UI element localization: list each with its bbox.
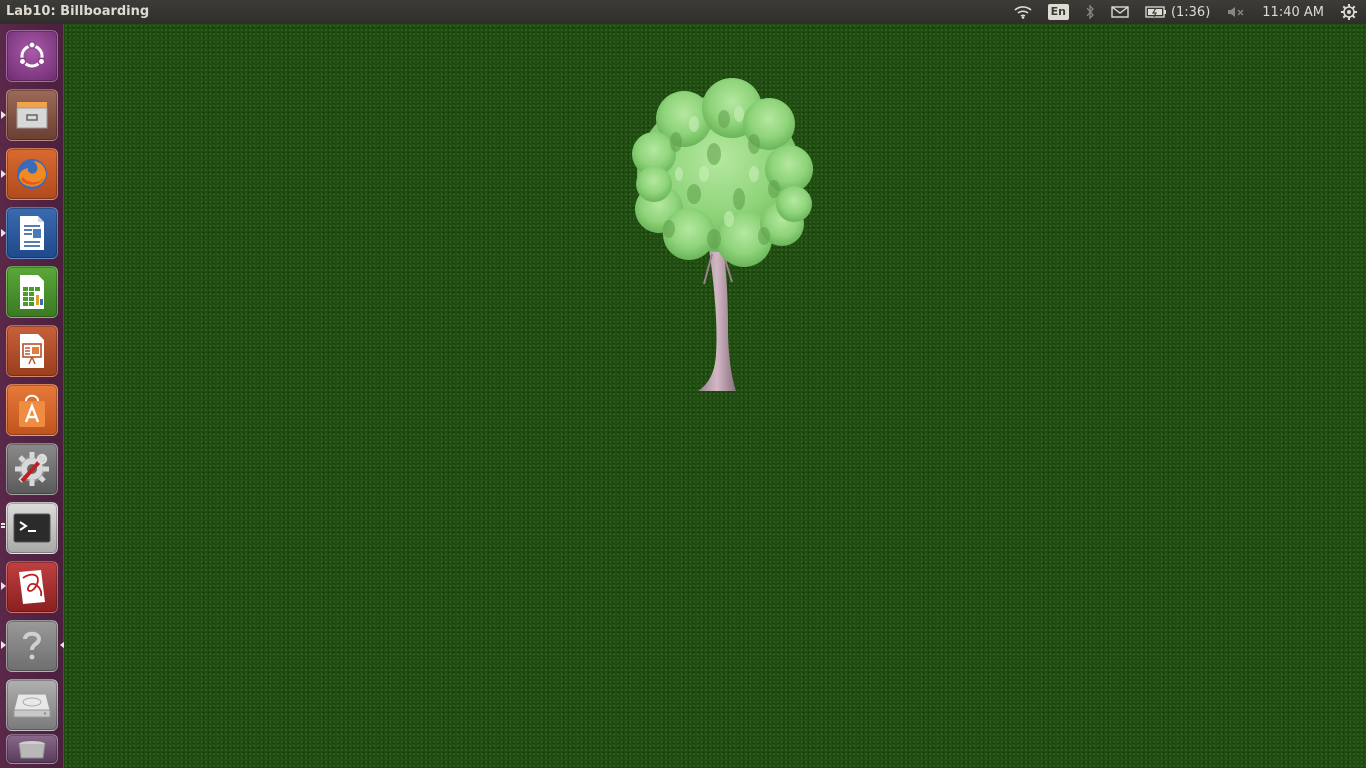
window-title: Lab10: Billboarding [6,4,150,19]
volume-muted-icon[interactable] [1226,0,1246,24]
files-launcher-button[interactable] [6,89,58,141]
clock[interactable]: 11:40 AM [1262,0,1324,24]
indicator-area: En (1:36) 11:40 AM [1006,0,1366,24]
pdf-viewer-icon [19,570,45,604]
firefox-launcher-button[interactable] [6,148,58,200]
keyboard-layout-indicator[interactable]: En [1047,0,1069,24]
calc-launcher-button[interactable] [6,266,58,318]
tree-billboard [632,78,813,391]
opengl-scene-viewport[interactable] [64,24,1366,768]
drive-launcher-button[interactable] [6,679,58,731]
impress-launcher-button[interactable] [6,325,58,377]
battery-time: (1:36) [1170,4,1211,20]
ubuntu-logo-icon [18,41,46,68]
calc-spreadsheet-icon [20,275,44,309]
wifi-icon[interactable] [1014,0,1032,24]
help-launcher-button[interactable] [6,620,58,672]
session-gear-icon[interactable] [1340,0,1358,24]
question-icon [23,631,42,660]
writer-document-icon [20,216,44,250]
impress-presentation-icon [20,334,44,368]
top-panel: Lab10: Billboarding En (1:36) 11:40 AM [0,0,1366,24]
launcher [0,24,65,768]
document-viewer-launcher-button[interactable] [6,561,58,613]
system-settings-launcher-button[interactable] [6,443,58,495]
terminal-icon [13,513,51,543]
hard-drive-icon [13,693,51,718]
trash-icon [18,741,46,759]
bluetooth-icon[interactable] [1085,0,1095,24]
mail-icon[interactable] [1111,0,1129,24]
terminal-launcher-button[interactable] [6,502,58,554]
dash-home-button[interactable] [6,30,58,82]
file-cabinet-icon [16,102,48,129]
firefox-icon [17,159,47,189]
writer-launcher-button[interactable] [6,207,58,259]
battery-icon [1145,6,1166,18]
gear-wrench-icon [15,452,49,486]
shopping-bag-icon [19,394,45,427]
battery-indicator[interactable]: (1:36) [1145,0,1210,24]
clock-label: 11:40 AM [1262,4,1324,20]
keyboard-layout-label: En [1047,4,1069,20]
trash-launcher-button[interactable] [6,734,58,764]
software-center-launcher-button[interactable] [6,384,58,436]
running-indicator [1,522,5,530]
